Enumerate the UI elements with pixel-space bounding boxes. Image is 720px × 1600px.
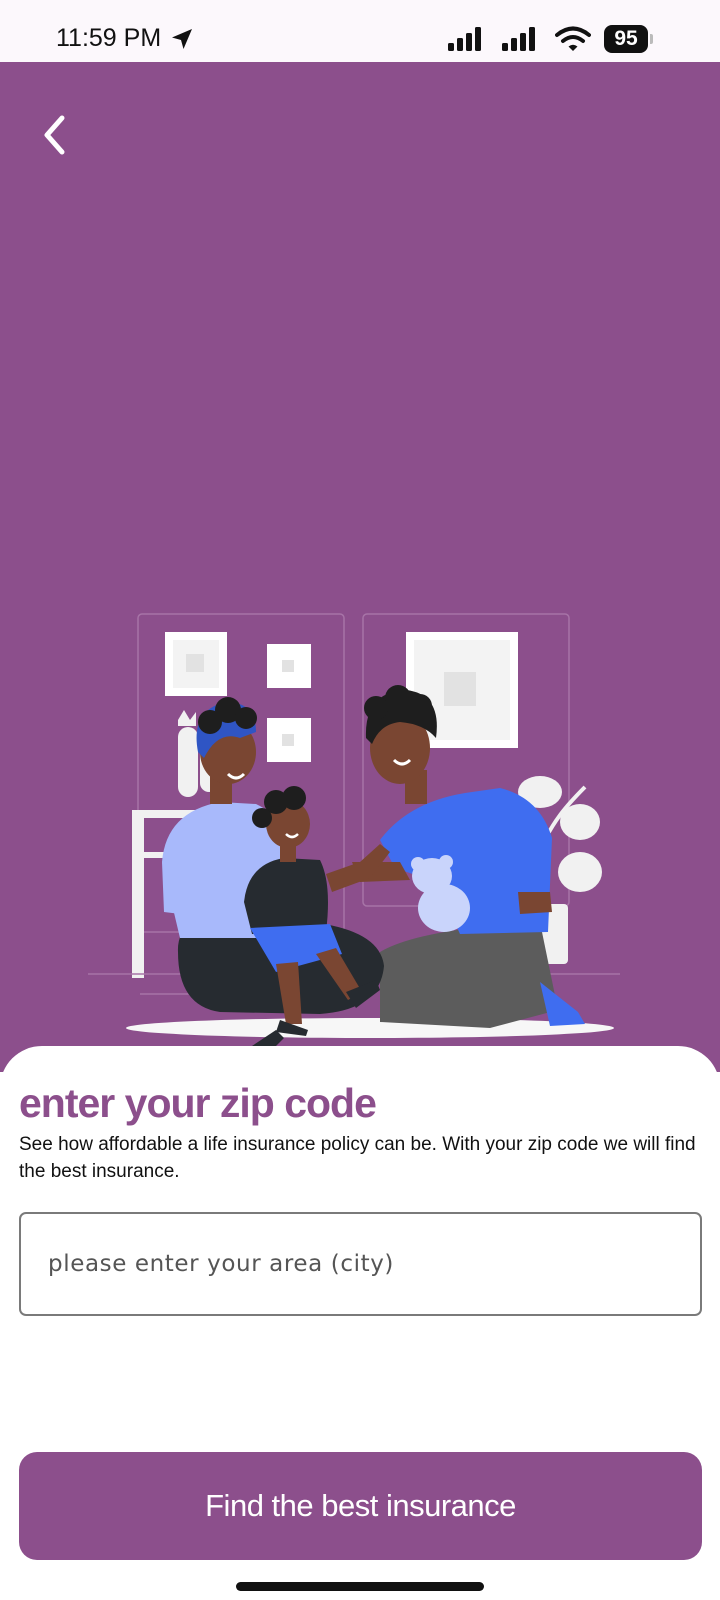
location-arrow-icon [172,29,192,49]
back-button[interactable] [34,110,74,160]
home-indicator[interactable] [236,1582,484,1591]
battery-nub [650,34,653,44]
page-title: enter your zip code [19,1080,377,1126]
page-description: See how affordable a life insurance poli… [19,1134,696,1182]
status-bar: 11:59 PM 95 [0,0,720,62]
city-input[interactable] [19,1212,702,1316]
chevron-left-icon [44,115,65,155]
wifi-icon [555,26,591,51]
family-illustration [88,613,620,1060]
cellular-signal-icon [448,27,481,51]
status-time: 11:59 PM [56,24,162,52]
find-insurance-button[interactable]: Find the best insurance [19,1452,702,1560]
cellular-signal-icon [502,27,535,51]
hero-banner [0,62,720,1072]
battery-icon: 95 [604,25,648,53]
